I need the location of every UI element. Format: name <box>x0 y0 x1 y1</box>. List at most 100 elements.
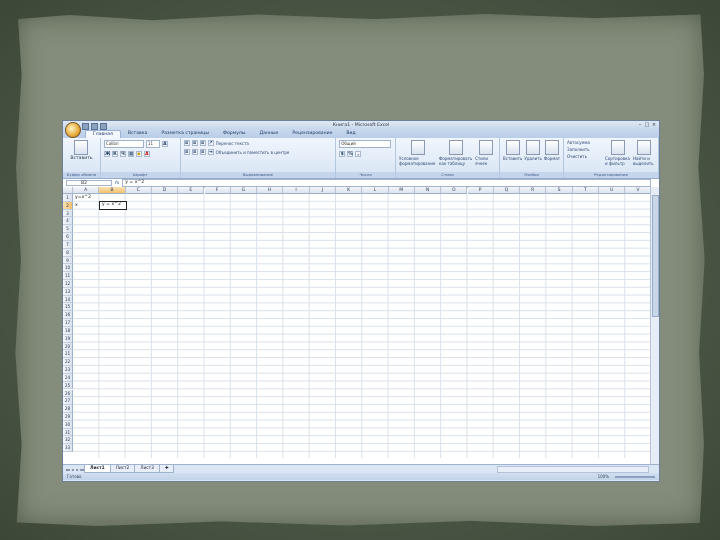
horizontal-scrollbar[interactable] <box>497 465 649 473</box>
vertical-scroll-thumb[interactable] <box>652 195 659 317</box>
column-header-b[interactable]: B <box>99 187 126 194</box>
row-header-10[interactable]: 10 <box>63 264 73 273</box>
underline-button[interactable]: Ч <box>119 151 126 157</box>
align-right-icon[interactable]: ≡ <box>199 149 206 155</box>
minimize-button[interactable]: – <box>637 122 643 128</box>
column-header-k[interactable]: K <box>336 187 363 194</box>
row-header-14[interactable]: 14 <box>63 295 73 304</box>
column-header-n[interactable]: N <box>414 187 442 194</box>
tab-page-layout[interactable]: Разметка страницы <box>154 130 216 138</box>
row-header-23[interactable]: 23 <box>63 366 73 374</box>
align-bottom-icon[interactable]: ≡ <box>199 140 206 146</box>
tab-home[interactable]: Главная <box>85 130 121 138</box>
font-color-icon[interactable]: A <box>143 151 150 157</box>
row-header-3[interactable]: 3 <box>63 209 73 218</box>
row-header-28[interactable]: 28 <box>63 405 73 413</box>
format-cells-button[interactable]: Формат <box>544 140 560 176</box>
orientation-icon[interactable]: ↗ <box>207 140 214 146</box>
row-header-25[interactable]: 25 <box>63 381 73 390</box>
row-header-17[interactable]: 17 <box>63 319 73 327</box>
clear-button[interactable]: Очистить <box>567 154 603 159</box>
row-header-11[interactable]: 11 <box>63 272 73 280</box>
column-header-f[interactable]: F <box>204 187 231 194</box>
row-header-22[interactable]: 22 <box>63 358 73 367</box>
insert-cells-button[interactable]: Вставить <box>503 140 522 176</box>
row-header-20[interactable]: 20 <box>63 342 73 351</box>
italic-button[interactable]: К <box>111 151 118 157</box>
indent-icon[interactable]: ⇥ <box>207 149 214 155</box>
find-select-button[interactable]: Найти и выделить <box>633 140 655 176</box>
zoom-slider[interactable] <box>615 475 655 478</box>
row-header-33[interactable]: 33 <box>63 444 73 453</box>
cell-grid[interactable] <box>73 194 651 458</box>
row-header-8[interactable]: 8 <box>63 248 73 257</box>
fill-button[interactable]: Заполнить <box>567 147 603 152</box>
column-header-t[interactable]: T <box>572 187 599 194</box>
paste-button[interactable]: Вставить <box>66 140 97 161</box>
cell-a2[interactable]: x <box>75 203 78 208</box>
column-header-m[interactable]: M <box>388 187 415 194</box>
row-header-9[interactable]: 9 <box>63 256 73 265</box>
column-header-d[interactable]: D <box>151 187 179 194</box>
wrap-text-button[interactable]: Перенос текста <box>216 141 249 146</box>
align-middle-icon[interactable]: ≡ <box>191 140 198 146</box>
sheet-tab-3[interactable]: Лист3 <box>134 465 160 473</box>
bold-button[interactable]: Ж <box>103 151 110 157</box>
formula-input[interactable]: y = x^2 <box>122 179 651 187</box>
column-header-q[interactable]: Q <box>493 187 521 194</box>
cell-styles-button[interactable]: Стили ячеек <box>475 140 496 176</box>
select-all-corner[interactable] <box>63 187 73 194</box>
borders-icon[interactable]: ▦ <box>127 151 134 157</box>
name-box[interactable]: B2 <box>66 180 112 186</box>
row-header-4[interactable]: 4 <box>63 217 73 226</box>
column-header-s[interactable]: S <box>546 187 573 194</box>
fx-icon[interactable]: fx <box>115 181 119 186</box>
column-header-e[interactable]: E <box>178 187 205 194</box>
row-header-7[interactable]: 7 <box>63 240 73 249</box>
number-format-select[interactable]: Общий <box>339 140 392 148</box>
fill-color-icon[interactable]: ◆ <box>135 151 142 157</box>
font-name-select[interactable]: Calibri <box>103 140 144 148</box>
column-header-c[interactable]: C <box>125 187 152 194</box>
row-header-1[interactable]: 1 <box>63 194 73 202</box>
row-header-2[interactable]: 2 <box>63 201 73 210</box>
percent-icon[interactable]: % <box>347 151 354 157</box>
column-header-r[interactable]: R <box>520 187 547 194</box>
tab-data[interactable]: Данные <box>252 130 285 138</box>
row-header-32[interactable]: 32 <box>63 436 73 445</box>
tab-formulas[interactable]: Формулы <box>216 130 252 138</box>
delete-cells-button[interactable]: Удалить <box>524 140 542 176</box>
font-size-select[interactable]: 11 <box>145 140 160 148</box>
row-header-5[interactable]: 5 <box>63 225 73 234</box>
column-header-l[interactable]: L <box>362 187 389 194</box>
column-header-u[interactable]: U <box>599 187 626 194</box>
row-header-19[interactable]: 19 <box>63 334 73 343</box>
currency-icon[interactable]: $ <box>339 151 346 157</box>
grow-font-icon[interactable]: A <box>161 141 168 147</box>
row-header-16[interactable]: 16 <box>63 311 73 320</box>
column-header-p[interactable]: P <box>467 187 494 194</box>
row-header-12[interactable]: 12 <box>63 280 73 288</box>
column-header-o[interactable]: O <box>441 187 468 194</box>
tab-view[interactable]: Вид <box>339 130 362 138</box>
column-header-i[interactable]: I <box>283 187 310 194</box>
vertical-scrollbar[interactable] <box>650 187 659 465</box>
sheet-tab-1[interactable]: Лист1 <box>84 465 111 473</box>
row-header-15[interactable]: 15 <box>63 303 73 312</box>
align-center-icon[interactable]: ≡ <box>191 149 198 155</box>
column-header-a[interactable]: A <box>73 187 100 194</box>
row-header-21[interactable]: 21 <box>63 350 73 359</box>
row-header-13[interactable]: 13 <box>63 287 73 296</box>
sort-filter-button[interactable]: Сортировка и фильтр <box>605 140 631 176</box>
column-header-v[interactable]: V <box>625 187 652 194</box>
conditional-format-button[interactable]: Условное форматирование <box>399 140 437 176</box>
active-cell-b2[interactable]: y = x^2 <box>99 201 127 210</box>
row-header-26[interactable]: 26 <box>63 389 73 398</box>
row-header-18[interactable]: 18 <box>63 326 73 335</box>
align-left-icon[interactable]: ≡ <box>183 149 190 155</box>
row-header-29[interactable]: 29 <box>63 412 73 421</box>
row-header-6[interactable]: 6 <box>63 233 73 241</box>
tab-review[interactable]: Рецензирование <box>285 130 339 138</box>
column-header-h[interactable]: H <box>257 187 284 194</box>
new-sheet-icon[interactable]: ✚ <box>158 465 175 473</box>
